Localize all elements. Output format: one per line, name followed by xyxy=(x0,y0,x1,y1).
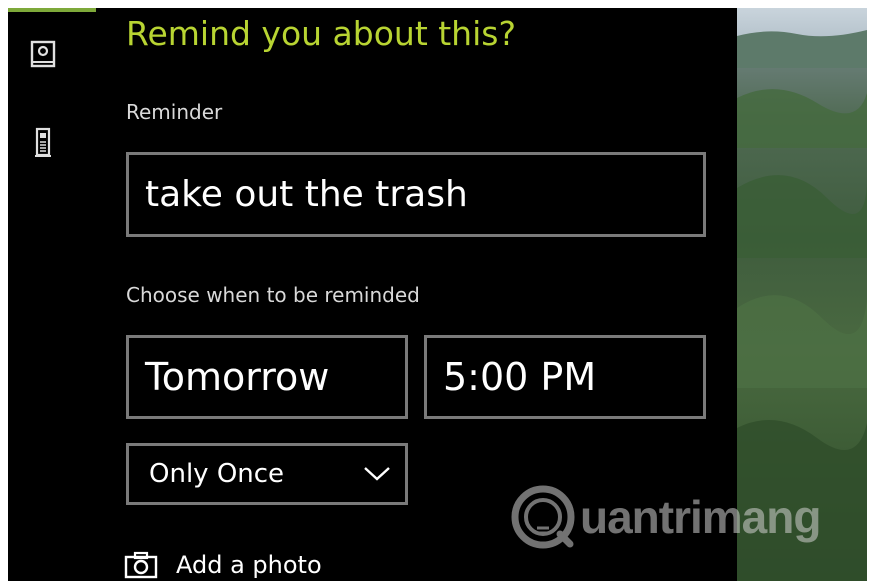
camera-icon xyxy=(124,551,158,579)
device-icon[interactable] xyxy=(28,127,58,158)
schedule-label: Choose when to be reminded xyxy=(126,283,420,307)
notebook-icon[interactable] xyxy=(28,40,58,70)
watermark-text: uantrimang xyxy=(580,491,821,543)
time-picker-value: 5:00 PM xyxy=(443,355,597,399)
reminder-label: Reminder xyxy=(126,100,223,124)
add-photo-button[interactable]: Add a photo xyxy=(124,548,322,582)
watermark-logo: uantrimang xyxy=(510,484,821,550)
date-picker[interactable]: Tomorrow xyxy=(126,335,408,419)
sidebar-accent-bar xyxy=(8,8,96,12)
add-photo-label: Add a photo xyxy=(176,551,322,579)
time-picker[interactable]: 5:00 PM xyxy=(424,335,706,419)
chevron-down-icon xyxy=(363,459,391,489)
reminder-input-value: take out the trash xyxy=(145,174,468,215)
reminder-input[interactable]: take out the trash xyxy=(126,152,706,237)
repeat-dropdown-value: Only Once xyxy=(149,459,285,489)
date-picker-value: Tomorrow xyxy=(145,355,330,399)
cortana-window: Remind you about this? Reminder take out… xyxy=(0,0,870,581)
sidebar xyxy=(8,8,96,581)
repeat-dropdown[interactable]: Only Once xyxy=(126,443,408,505)
dialog-title: Remind you about this? xyxy=(126,14,516,53)
